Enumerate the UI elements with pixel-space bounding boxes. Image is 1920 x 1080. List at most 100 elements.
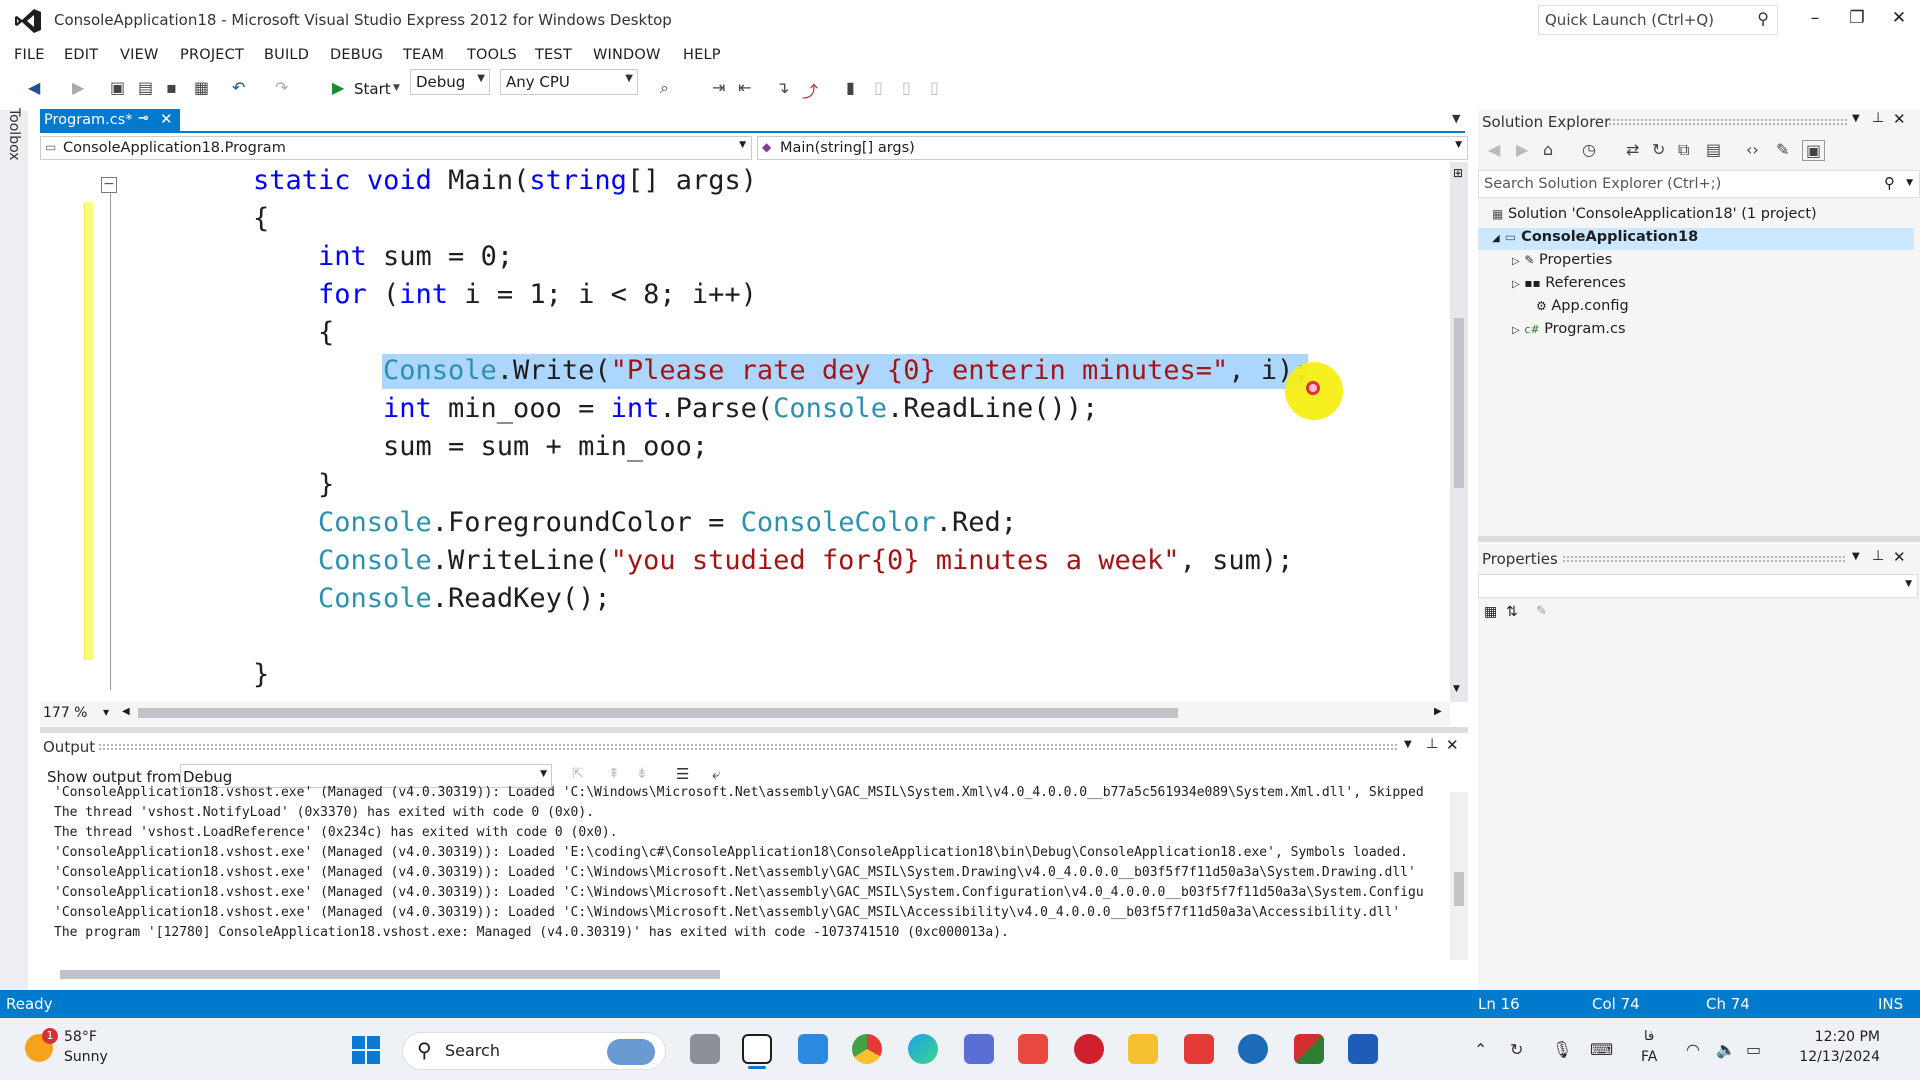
editor-scroll-thumb[interactable]	[1454, 318, 1464, 488]
pin-icon[interactable]: ⊥	[1872, 548, 1884, 564]
pin-icon[interactable]: ⊥	[1426, 736, 1438, 752]
next-bookmark-icon[interactable]: ▯	[902, 78, 911, 97]
start-button[interactable]: Start	[354, 80, 391, 98]
zoom-level-select[interactable]: 177 %	[43, 705, 87, 721]
categorized-icon[interactable]: ▦	[1484, 604, 1497, 620]
visual-studio-taskbar-icon[interactable]	[742, 1034, 772, 1064]
weather-condition[interactable]: Sunny	[64, 1049, 108, 1065]
code-line[interactable]: {	[318, 317, 334, 348]
scroll-down-icon[interactable]: ▼	[1453, 684, 1460, 694]
keyboard-icon[interactable]: ⌨	[1590, 1040, 1613, 1059]
app-icon[interactable]	[1294, 1034, 1324, 1064]
menu-edit[interactable]: EDIT	[64, 47, 98, 63]
code-line[interactable]: Console.ReadKey();	[318, 583, 611, 614]
tree-item-project[interactable]: ◢ ▭ ConsoleApplication18	[1492, 229, 1698, 245]
editor-horizontal-scroll-thumb[interactable]	[138, 708, 1178, 718]
panel-grip[interactable]	[98, 743, 1398, 751]
code-line[interactable]: static void Main(string[] args)	[253, 165, 757, 196]
scroll-left-icon[interactable]: ◀	[122, 706, 130, 717]
taskbar-search[interactable]: ⚲ Search	[402, 1032, 666, 1070]
weather-temperature[interactable]: 58°F	[64, 1029, 97, 1045]
outdent-icon[interactable]: ⇤	[738, 78, 751, 97]
panel-splitter[interactable]	[40, 727, 1468, 733]
home-icon[interactable]: ⌂	[1543, 140, 1553, 159]
navigate-back-icon[interactable]: ◀	[28, 78, 40, 97]
menu-tools[interactable]: TOOLS	[467, 47, 517, 63]
output-scroll-thumb[interactable]	[1454, 872, 1464, 906]
preview-icon[interactable]: ▣	[1802, 140, 1826, 161]
clock-date[interactable]: 12/13/2024	[1785, 1049, 1880, 1065]
tree-item-solution[interactable]: ▦ Solution 'ConsoleApplication18' (1 pro…	[1492, 206, 1817, 222]
scroll-right-icon[interactable]: ▶	[1434, 706, 1442, 717]
word-icon[interactable]	[1348, 1034, 1378, 1064]
save-all-icon[interactable]: ▦	[194, 78, 209, 97]
close-icon[interactable]: ✕	[1446, 736, 1459, 754]
panel-grip[interactable]	[1562, 555, 1846, 563]
history-icon[interactable]: ◷	[1582, 140, 1596, 159]
task-view-icon[interactable]	[690, 1034, 720, 1064]
menu-window[interactable]: WINDOW	[593, 47, 661, 63]
member-scope-select[interactable]: ◆ Main(string[] args) ▼	[757, 136, 1468, 160]
properties-object-select[interactable]: ▼	[1478, 574, 1918, 598]
bookmark-icon[interactable]: ▮	[846, 78, 855, 97]
chevron-down-icon[interactable]: ▼	[1404, 739, 1412, 750]
sync-tray-icon[interactable]: ↻	[1510, 1040, 1523, 1059]
code-line[interactable]: int min_ooo = int.Parse(Console.ReadLine…	[383, 393, 1098, 424]
app-red-icon[interactable]	[1018, 1034, 1048, 1064]
word-wrap-icon[interactable]: ⤶	[712, 765, 720, 783]
navigate-forward-icon[interactable]: ▶	[72, 78, 84, 97]
split-editor-icon[interactable]: ⊞	[1453, 166, 1463, 180]
pinterest-icon[interactable]	[1074, 1034, 1104, 1064]
tree-item-references[interactable]: ▷ ▪▪ References	[1512, 275, 1626, 291]
menu-view[interactable]: VIEW	[120, 47, 159, 63]
chevron-down-icon[interactable]: ▼	[1852, 551, 1860, 562]
alphabetical-icon[interactable]: ⇅	[1506, 604, 1518, 620]
chevron-down-icon[interactable]: ▼	[1452, 112, 1460, 125]
pin-icon[interactable]: ⊸	[138, 111, 149, 126]
file-explorer-icon[interactable]	[1128, 1034, 1158, 1064]
close-icon[interactable]: ✕	[160, 110, 173, 128]
view-code-icon[interactable]: ‹›	[1746, 140, 1759, 159]
volume-icon[interactable]: 🔈	[1716, 1040, 1736, 1059]
edge-icon[interactable]	[908, 1034, 938, 1064]
code-line[interactable]: int sum = 0;	[318, 241, 513, 272]
show-hidden-icons-icon[interactable]: ⌃	[1474, 1040, 1487, 1059]
indent-icon[interactable]: ⇥	[712, 78, 725, 97]
vscode-icon[interactable]	[798, 1034, 828, 1064]
code-line[interactable]: }	[253, 659, 269, 690]
step-into-icon[interactable]: ↴	[776, 78, 789, 97]
store-icon[interactable]	[964, 1034, 994, 1064]
vpn-app-icon[interactable]	[1238, 1034, 1268, 1064]
menu-file[interactable]: FILE	[14, 47, 45, 63]
menu-build[interactable]: BUILD	[264, 47, 309, 63]
menu-test[interactable]: TEST	[535, 47, 572, 63]
code-line[interactable]: Console.WriteLine("you studied for{0} mi…	[318, 545, 1293, 576]
new-project-icon[interactable]: ▣	[110, 78, 125, 97]
code-line[interactable]: sum = sum + min_ooo;	[383, 431, 708, 462]
chevron-down-icon[interactable]: ▼	[1852, 113, 1860, 124]
restore-button[interactable]: ❐	[1842, 8, 1872, 32]
menu-debug[interactable]: DEBUG	[330, 47, 383, 63]
tree-item-app-config[interactable]: ⚙ App.config	[1536, 298, 1629, 314]
code-line[interactable]: }	[318, 469, 334, 500]
show-all-files-icon[interactable]: ▤	[1706, 140, 1721, 159]
chevron-down-icon[interactable]: ▼	[393, 83, 400, 93]
refresh-icon[interactable]: ↻	[1652, 140, 1665, 159]
clear-all-icon[interactable]: ☰	[676, 765, 689, 783]
close-icon[interactable]: ✕	[1893, 110, 1906, 128]
clear-bookmarks-icon[interactable]: ▯	[930, 78, 939, 97]
step-out-icon[interactable]: ⤴	[802, 78, 818, 102]
property-pages-icon[interactable]: ✎	[1536, 604, 1547, 619]
output-horizontal-scroll-thumb[interactable]	[60, 970, 720, 979]
tab-program-cs[interactable]: Program.cs* ⊸ ✕	[40, 109, 180, 133]
save-icon[interactable]: ▪	[166, 78, 177, 97]
chrome-icon[interactable]	[852, 1034, 882, 1064]
previous-message-icon[interactable]: ⇞	[608, 766, 620, 782]
language-indicator-native[interactable]: فا	[1644, 1029, 1654, 1044]
tree-item-program-cs[interactable]: ▷ c# Program.cs	[1512, 321, 1626, 337]
microphone-icon[interactable]: 🎙	[1552, 1040, 1572, 1059]
redo-icon[interactable]: ↷	[275, 78, 288, 97]
chevron-down-icon[interactable]: ▼	[1906, 178, 1913, 188]
wifi-icon[interactable]: ◠	[1686, 1040, 1700, 1059]
back-icon[interactable]: ◀	[1488, 140, 1500, 159]
